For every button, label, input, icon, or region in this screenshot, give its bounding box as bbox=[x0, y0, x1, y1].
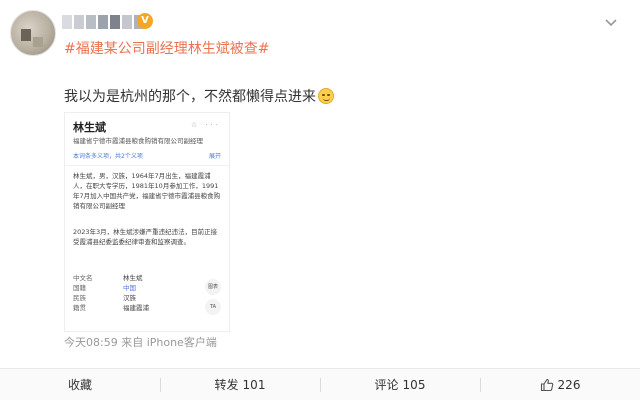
post-text: 我以为是杭州的那个，不然都懒得点进来 bbox=[64, 86, 334, 106]
card-polysemy-link: 本词条多义项，共2个义项 bbox=[73, 153, 143, 160]
info-key: 民族 bbox=[73, 294, 86, 302]
username-mosaic[interactable] bbox=[62, 13, 144, 31]
action-bar: 收藏 转发 101 评论 105 226 bbox=[0, 368, 640, 400]
card-ta-button: TA bbox=[205, 299, 221, 315]
thumbs-up-icon bbox=[540, 378, 554, 392]
like-count: 226 bbox=[557, 377, 581, 392]
card-bio-text: 林生斌，男，汉族，1964年7月出生，福建霞浦人，在职大专学历，1981年10月… bbox=[73, 172, 221, 210]
info-row: 籍贯 福建霞浦 bbox=[73, 303, 183, 313]
info-value: 福建霞浦 bbox=[123, 304, 149, 312]
card-expand-link: 展开 bbox=[208, 153, 221, 160]
post-text-body: 我以为是杭州的那个，不然都懒得点进来 bbox=[64, 89, 316, 105]
smirk-emoji-icon bbox=[318, 88, 334, 104]
vip-badge-icon: V bbox=[137, 13, 153, 29]
card-tools: ☆ ··· bbox=[190, 121, 221, 129]
card-divider bbox=[65, 165, 229, 166]
weibo-post: V #福建某公司副经理林生斌被查# 我以为是杭州的那个，不然都懒得点进来 林生斌… bbox=[0, 0, 640, 400]
info-key: 中文名 bbox=[73, 274, 93, 282]
info-value: 中国 bbox=[123, 284, 136, 292]
card-subtitle: 福建省宁德市霞浦县粮食购销有限公司副经理 bbox=[73, 137, 203, 145]
avatar-mosaic bbox=[33, 37, 43, 47]
info-value: 汉族 bbox=[123, 294, 136, 302]
card-news-text: 2023年3月，林生斌涉嫌严重违纪违法，目前正接受霞浦县纪委监委纪律审查和监察调… bbox=[73, 228, 218, 246]
info-row: 中文名 林生斌 bbox=[73, 273, 183, 283]
repost-button[interactable]: 转发 101 bbox=[160, 369, 320, 400]
favorite-label: 收藏 bbox=[67, 378, 92, 392]
info-key: 国籍 bbox=[73, 284, 86, 292]
info-row: 民族 汉族 bbox=[73, 293, 183, 303]
info-key: 籍贯 bbox=[73, 304, 86, 312]
card-title: 林生斌 bbox=[73, 121, 106, 134]
info-row: 国籍 中国 bbox=[73, 283, 183, 293]
user-avatar[interactable] bbox=[10, 10, 56, 56]
avatar-mosaic bbox=[21, 29, 31, 41]
repost-label: 转发 bbox=[214, 378, 239, 392]
repost-count: 101 bbox=[242, 377, 266, 392]
card-chart-button: 图表 bbox=[205, 279, 221, 295]
comment-button[interactable]: 评论 105 bbox=[320, 369, 480, 400]
post-image-baike-card[interactable]: 林生斌 ☆ ··· 福建省宁德市霞浦县粮食购销有限公司副经理 本词条多义项，共2… bbox=[64, 112, 230, 332]
topic-hashtag-link[interactable]: #福建某公司副经理林生斌被查# bbox=[64, 38, 269, 58]
post-meta: 今天08:59 来自 iPhone客户端 bbox=[64, 336, 217, 349]
comment-count: 105 bbox=[402, 377, 426, 392]
favorite-button[interactable]: 收藏 bbox=[0, 369, 160, 400]
chevron-down-icon[interactable] bbox=[604, 18, 618, 28]
like-button[interactable]: 226 bbox=[480, 369, 640, 400]
info-value: 林生斌 bbox=[123, 274, 143, 282]
card-link-row: 本词条多义项，共2个义项 展开 bbox=[73, 151, 221, 161]
comment-label: 评论 bbox=[374, 378, 399, 392]
card-info-table: 中文名 林生斌 国籍 中国 民族 汉族 籍贯 福建霞浦 bbox=[73, 273, 183, 313]
